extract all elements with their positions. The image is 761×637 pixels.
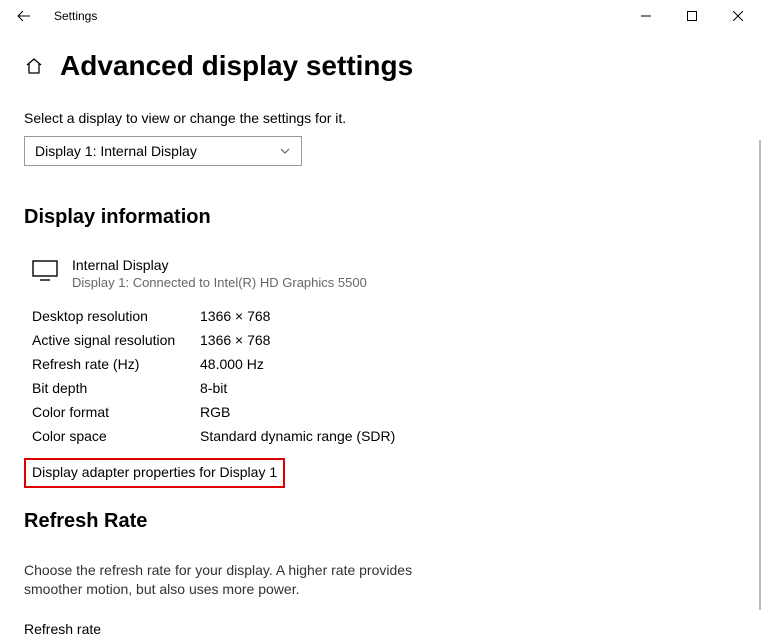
info-row: Desktop resolution 1366 × 768	[32, 308, 737, 324]
refresh-rate-help: Choose the refresh rate for your display…	[24, 561, 444, 599]
info-row: Active signal resolution 1366 × 768	[32, 332, 737, 348]
page-title: Advanced display settings	[60, 50, 413, 82]
info-value: 48.000 Hz	[200, 356, 264, 372]
maximize-icon	[687, 11, 697, 21]
info-value: RGB	[200, 404, 230, 420]
window-title: Settings	[40, 9, 97, 23]
display-summary: Internal Display Display 1: Connected to…	[32, 257, 737, 290]
monitor-icon	[32, 259, 58, 286]
maximize-button[interactable]	[669, 0, 715, 32]
info-row: Refresh rate (Hz) 48.000 Hz	[32, 356, 737, 372]
adapter-properties-link[interactable]: Display adapter properties for Display 1	[32, 464, 277, 480]
chevron-down-icon	[279, 145, 291, 157]
display-name: Internal Display	[72, 257, 367, 273]
info-label: Color space	[32, 428, 200, 444]
refresh-rate-label: Refresh rate	[24, 621, 737, 637]
info-row: Bit depth 8-bit	[32, 380, 737, 396]
close-button[interactable]	[715, 0, 761, 32]
display-selector-dropdown[interactable]: Display 1: Internal Display	[24, 136, 302, 166]
info-value: Standard dynamic range (SDR)	[200, 428, 395, 444]
dropdown-selected-value: Display 1: Internal Display	[35, 143, 197, 159]
info-row: Color space Standard dynamic range (SDR)	[32, 428, 737, 444]
home-icon	[24, 56, 44, 76]
home-button[interactable]	[24, 56, 44, 76]
adapter-link-highlight: Display adapter properties for Display 1	[24, 458, 285, 488]
display-info-table: Desktop resolution 1366 × 768 Active sig…	[32, 308, 737, 444]
display-information-heading: Display information	[24, 206, 737, 229]
info-row: Color format RGB	[32, 404, 737, 420]
info-label: Desktop resolution	[32, 308, 200, 324]
info-label: Active signal resolution	[32, 332, 200, 348]
info-value: 1366 × 768	[200, 332, 270, 348]
info-value: 1366 × 768	[200, 308, 270, 324]
info-label: Bit depth	[32, 380, 200, 396]
content-area: Advanced display settings Select a displ…	[0, 32, 761, 637]
refresh-rate-heading: Refresh Rate	[24, 510, 737, 533]
info-label: Color format	[32, 404, 200, 420]
select-display-prompt: Select a display to view or change the s…	[24, 110, 737, 126]
minimize-icon	[641, 11, 651, 21]
info-label: Refresh rate (Hz)	[32, 356, 200, 372]
window-controls	[623, 0, 761, 32]
info-value: 8-bit	[200, 380, 227, 396]
back-arrow-icon	[16, 8, 32, 24]
close-icon	[733, 11, 743, 21]
display-connection: Display 1: Connected to Intel(R) HD Grap…	[72, 275, 367, 290]
page-header: Advanced display settings	[24, 50, 737, 82]
minimize-button[interactable]	[623, 0, 669, 32]
back-button[interactable]	[8, 0, 40, 32]
